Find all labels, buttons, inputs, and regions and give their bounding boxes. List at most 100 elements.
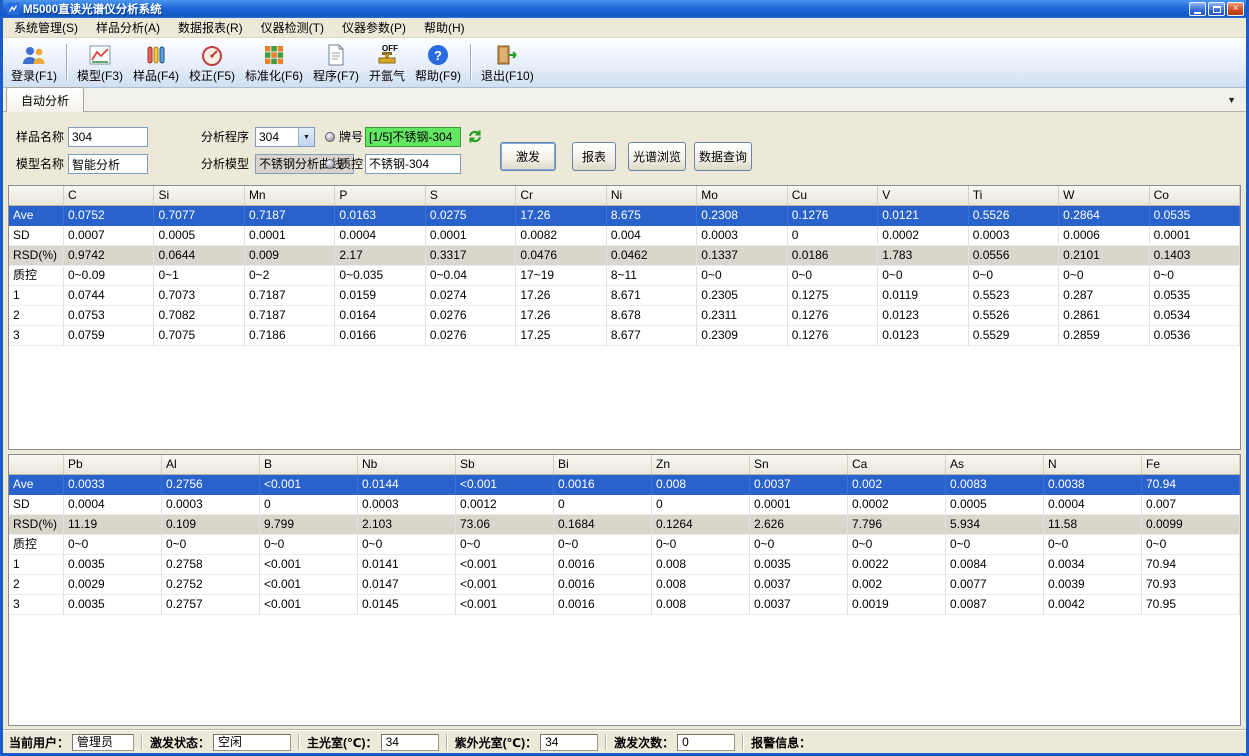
row-label: 3 <box>9 326 64 346</box>
table1-row-2[interactable]: 20.07530.70820.71870.01640.027617.268.67… <box>9 306 1240 326</box>
data-cell: 8.675 <box>607 206 697 226</box>
table2-row-1[interactable]: 10.00350.2758<0.0010.0141<0.0010.00160.0… <box>9 555 1240 575</box>
spectrum-browse-button[interactable]: 光谱浏览 <box>628 142 686 171</box>
brand-bullet-icon <box>325 132 335 142</box>
argon-button[interactable]: OFF 开氩气 <box>364 40 410 85</box>
data-cell: 0.0141 <box>358 555 456 575</box>
data-cell: 0.5523 <box>969 286 1059 306</box>
column-header-Co: Co <box>1150 186 1240 205</box>
report-button[interactable]: 报表 <box>572 142 616 171</box>
data-cell: 0.0001 <box>426 226 516 246</box>
tab-auto-analysis[interactable]: 自动分析 <box>6 87 84 112</box>
menu-item-1[interactable]: 系统管理(S) <box>5 16 87 39</box>
menu-item-4[interactable]: 仪器检测(T) <box>252 16 333 39</box>
data-cell: 0.0087 <box>946 595 1044 615</box>
menu-item-2[interactable]: 样品分析(A) <box>87 16 169 39</box>
table2-row-3[interactable]: 30.00350.2757<0.0010.0145<0.0010.00160.0… <box>9 595 1240 615</box>
model-button[interactable]: 模型(F3) <box>72 40 128 85</box>
data-cell: 0.0275 <box>426 206 516 226</box>
data-cell: 0.0123 <box>878 326 968 346</box>
data-cell: 11.58 <box>1044 515 1142 535</box>
data-cell: <0.001 <box>260 475 358 495</box>
data-cell: 0.2101 <box>1059 246 1149 266</box>
data-cell: 0.0083 <box>946 475 1044 495</box>
login-button[interactable]: 登录(F1) <box>6 40 62 85</box>
brand-field[interactable]: [1/5]不锈钢-304 <box>365 127 461 147</box>
tab-list-dropdown-icon[interactable]: ▼ <box>1227 95 1236 105</box>
table1-row-3[interactable]: 30.07590.70750.71860.01660.027617.258.67… <box>9 326 1240 346</box>
data-cell: 0.0029 <box>64 575 162 595</box>
model-name-label: 模型名称 <box>16 154 64 174</box>
data-cell: 0.2861 <box>1059 306 1149 326</box>
data-cell: <0.001 <box>260 575 358 595</box>
data-cell: 0 <box>788 226 878 246</box>
data-cell: 17.26 <box>516 286 606 306</box>
data-cell: 0.0752 <box>64 206 154 226</box>
refresh-brand-button[interactable] <box>467 129 483 147</box>
data-cell: 0.0099 <box>1142 515 1240 535</box>
column-header-Ca: Ca <box>848 455 946 474</box>
model-name-input[interactable] <box>68 154 148 174</box>
column-header-Mn: Mn <box>245 186 335 205</box>
sample-label: 样品(F4) <box>133 67 179 84</box>
data-cell: 0.7082 <box>154 306 244 326</box>
table2-row-质控[interactable]: 质控0~00~00~00~00~00~00~00~00~00~00~00~0 <box>9 535 1240 555</box>
data-cell: 0~0 <box>456 535 554 555</box>
data-cell: 0.0007 <box>64 226 154 246</box>
menu-item-6[interactable]: 帮助(H) <box>415 16 474 39</box>
data-cell: 8~11 <box>607 266 697 286</box>
excite-button[interactable]: 激发 <box>500 142 556 171</box>
data-cell: 0.287 <box>1059 286 1149 306</box>
table2-header-row: PbAlBNbSbBiZnSnCaAsNFe <box>9 455 1240 475</box>
table1-row-1[interactable]: 10.07440.70730.71870.01590.027417.268.67… <box>9 286 1240 306</box>
data-cell: 8.671 <box>607 286 697 306</box>
data-cell: 0.2305 <box>697 286 787 306</box>
program-icon <box>324 43 348 67</box>
data-cell: 0.0016 <box>554 555 652 575</box>
standardize-button[interactable]: 标准化(F6) <box>240 40 308 85</box>
tab-label: 自动分析 <box>21 94 69 108</box>
minimize-button[interactable] <box>1189 2 1206 16</box>
data-cell: 0.0119 <box>878 286 968 306</box>
data-cell: 0~0 <box>750 535 848 555</box>
uv-chamber-label: 紫外光室(℃)： <box>455 734 538 751</box>
data-cell: 0.0003 <box>358 495 456 515</box>
data-cell: 0.1684 <box>554 515 652 535</box>
table2-row-Ave[interactable]: Ave0.00330.2756<0.0010.0144<0.0010.00160… <box>9 475 1240 495</box>
data-cell: 0 <box>260 495 358 515</box>
table2-row-SD[interactable]: SD0.00040.000300.00030.0012000.00010.000… <box>9 495 1240 515</box>
model-icon <box>88 43 112 67</box>
data-query-button[interactable]: 数据查询 <box>694 142 752 171</box>
program-combobox[interactable]: 304 ▼ <box>255 127 315 147</box>
column-header-As: As <box>946 455 1044 474</box>
table1-row-Ave[interactable]: Ave0.07520.70770.71870.01630.027517.268.… <box>9 206 1240 226</box>
menu-item-5[interactable]: 仪器参数(P) <box>333 16 415 39</box>
menu-item-3[interactable]: 数据报表(R) <box>169 16 252 39</box>
close-button[interactable]: × <box>1227 2 1244 16</box>
exit-button[interactable]: 退出(F10) <box>476 40 539 85</box>
column-header-Cu: Cu <box>788 186 878 205</box>
table2-row-2[interactable]: 20.00290.2752<0.0010.0147<0.0010.00160.0… <box>9 575 1240 595</box>
data-cell: 0.0001 <box>750 495 848 515</box>
sample-name-input[interactable] <box>68 127 148 147</box>
table1-row-RSD(%)[interactable]: RSD(%)0.97420.06440.0092.170.33170.04760… <box>9 246 1240 266</box>
help-label: 帮助(F9) <box>415 67 461 84</box>
analysis-model-label: 分析模型 <box>201 154 249 174</box>
chevron-down-icon[interactable]: ▼ <box>298 128 314 146</box>
calibration-button[interactable]: 校正(F5) <box>184 40 240 85</box>
program-button[interactable]: 程序(F7) <box>308 40 364 85</box>
toolbar-separator <box>470 44 472 81</box>
maximize-button[interactable] <box>1208 2 1225 16</box>
column-header-Zn: Zn <box>652 455 750 474</box>
sample-button[interactable]: 样品(F4) <box>128 40 184 85</box>
data-cell: 0~0.035 <box>335 266 425 286</box>
data-cell: 0.0186 <box>788 246 878 266</box>
data-cell: 0.5529 <box>969 326 1059 346</box>
help-button[interactable]: ? 帮助(F9) <box>410 40 466 85</box>
table1-row-质控[interactable]: 质控0~0.090~10~20~0.0350~0.0417~198~110~00… <box>9 266 1240 286</box>
data-cell: 0.1276 <box>788 326 878 346</box>
data-cell: 0~0 <box>358 535 456 555</box>
table1-row-SD[interactable]: SD0.00070.00050.00010.00040.00010.00820.… <box>9 226 1240 246</box>
table2-row-RSD(%)[interactable]: RSD(%)11.190.1099.7992.10373.060.16840.1… <box>9 515 1240 535</box>
qc-field[interactable]: 不锈钢-304 <box>365 154 461 174</box>
